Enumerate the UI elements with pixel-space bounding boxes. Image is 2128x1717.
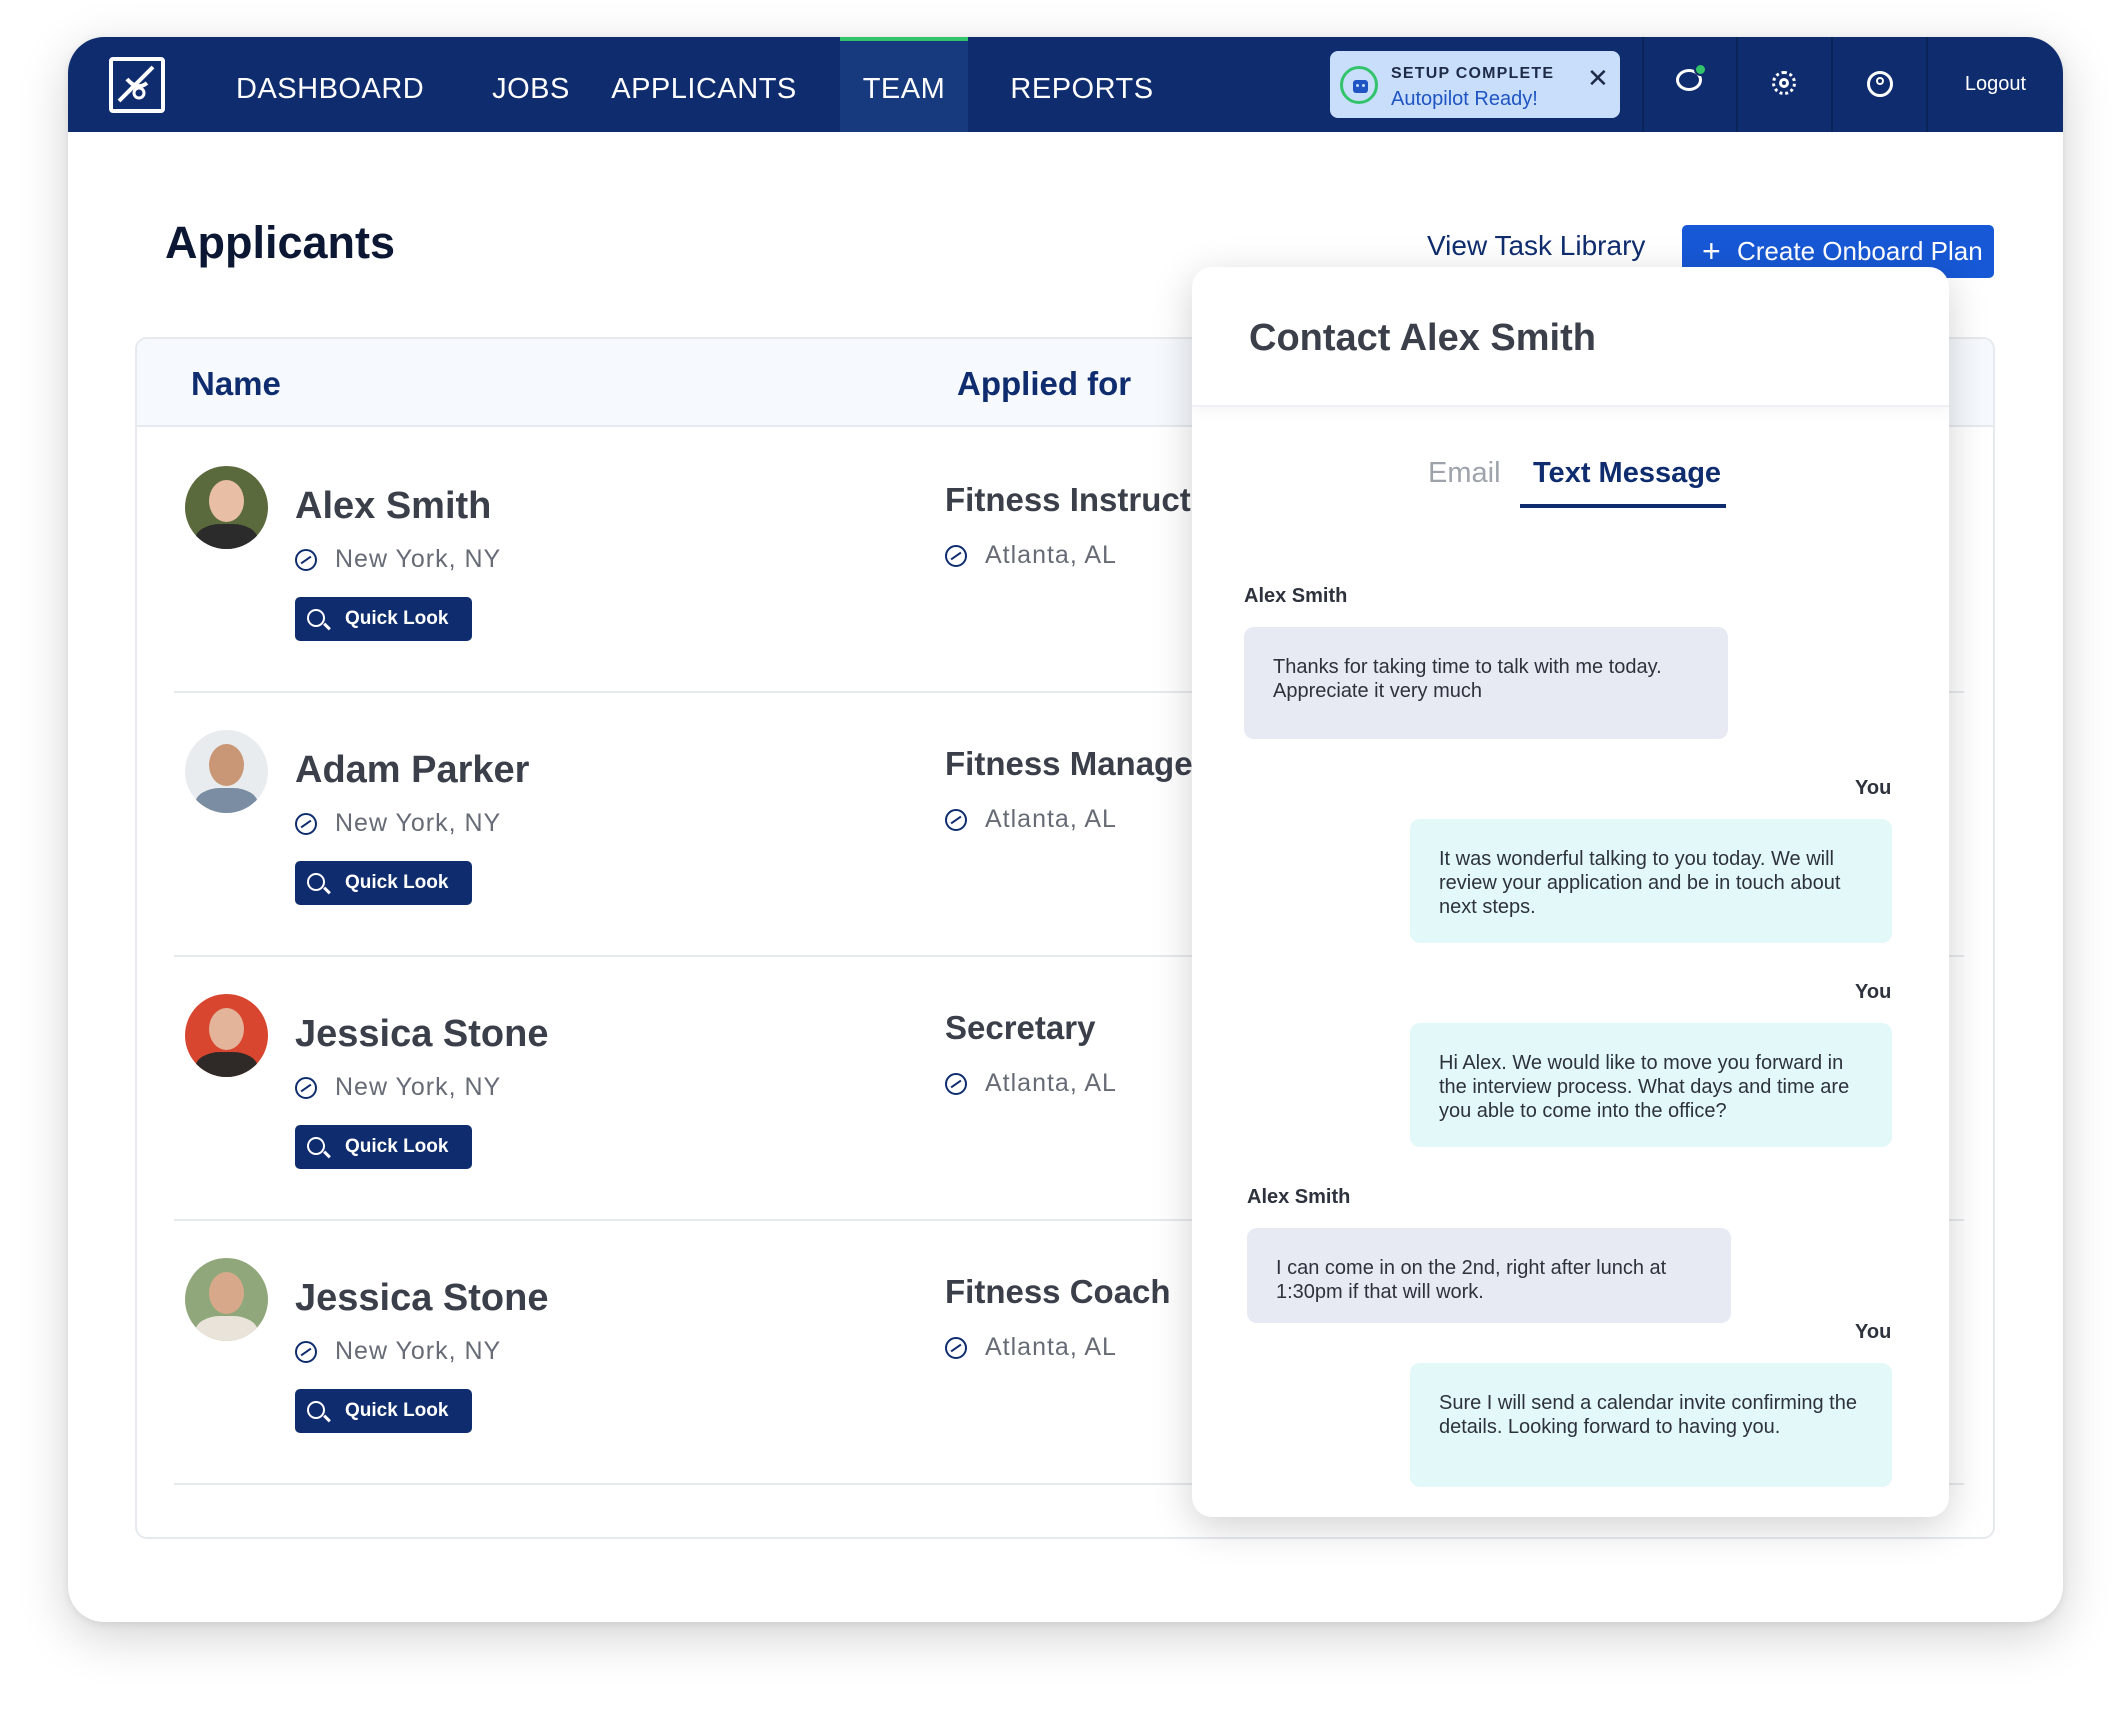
message-bubble-incoming: I can come in on the 2nd, right after lu… [1247, 1228, 1731, 1323]
location-icon [295, 813, 317, 835]
job-location: Atlanta, AL [985, 1333, 1117, 1361]
nav-applicants[interactable]: APPLICANTS [611, 37, 797, 132]
message-bubble-outgoing: Hi Alex. We would like to move you forwa… [1410, 1023, 1892, 1147]
zoom-in-icon [307, 609, 325, 627]
top-nav: DASHBOARD JOBS APPLICANTS TEAM REPORTS S… [68, 37, 2063, 132]
avatar [185, 730, 268, 813]
applicant-name[interactable]: Alex Smith [295, 485, 491, 528]
location-icon [945, 545, 967, 567]
column-header-name[interactable]: Name [191, 365, 281, 403]
zoom-in-icon [307, 1401, 325, 1419]
job-title: Secretary [945, 1009, 1096, 1046]
applicant-location: New York, NY [335, 545, 502, 573]
nav-jobs[interactable]: JOBS [481, 37, 581, 132]
message-sender: You [1855, 981, 1892, 1003]
applicant-name[interactable]: Jessica Stone [295, 1013, 548, 1056]
job-title: Fitness Coach [945, 1273, 1171, 1310]
messages-button[interactable] [1642, 37, 1736, 132]
message-bubble-incoming: Thanks for taking time to talk with me t… [1244, 627, 1728, 739]
avatar [185, 466, 268, 549]
applicant-location: New York, NY [335, 1073, 502, 1101]
quick-look-label: Quick Look [345, 608, 449, 629]
quick-look-label: Quick Look [345, 872, 449, 893]
setup-subtitle: Autopilot Ready! [1391, 88, 1538, 110]
message-sender: Alex Smith [1247, 1186, 1351, 1208]
message-sender: You [1855, 1321, 1892, 1343]
location-icon [945, 1073, 967, 1095]
setup-complete-banner: SETUP COMPLETE Autopilot Ready! ✕ [1330, 51, 1620, 118]
contact-panel-title: Contact Alex Smith [1249, 317, 1596, 359]
logout-button[interactable]: Logout [1926, 37, 2063, 132]
message-bubble-outgoing: Sure I will send a calendar invite confi… [1410, 1363, 1892, 1487]
contact-panel-header: Contact Alex Smith [1192, 267, 1949, 407]
location-icon [295, 1341, 317, 1363]
quick-look-button[interactable]: Quick Look [295, 1125, 472, 1169]
close-icon[interactable]: ✕ [1587, 65, 1609, 91]
gear-hub [1779, 78, 1789, 88]
setup-title: SETUP COMPLETE [1391, 65, 1555, 82]
page-title: Applicants [165, 217, 396, 268]
robot-icon [1340, 66, 1378, 104]
contact-panel: Contact Alex Smith Email Text Message Al… [1192, 267, 1949, 1517]
profile-button[interactable] [1831, 37, 1925, 132]
quick-look-label: Quick Look [345, 1136, 449, 1157]
tab-text-message[interactable]: Text Message [1533, 457, 1721, 490]
active-tab-indicator [1520, 504, 1726, 508]
location-icon [945, 809, 967, 831]
job-title: Fitness Instructor [945, 481, 1224, 518]
settings-button[interactable] [1736, 37, 1830, 132]
notification-dot [1694, 63, 1707, 76]
job-location: Atlanta, AL [985, 805, 1117, 833]
quick-look-button[interactable]: Quick Look [295, 861, 472, 905]
applicant-location: New York, NY [335, 809, 502, 837]
nav-reports[interactable]: REPORTS [992, 37, 1172, 132]
location-icon [295, 549, 317, 571]
column-header-applied-for[interactable]: Applied for [957, 365, 1131, 403]
message-sender: Alex Smith [1244, 585, 1348, 607]
zoom-in-icon [307, 873, 325, 891]
job-location: Atlanta, AL [985, 541, 1117, 569]
avatar [185, 994, 268, 1077]
applicant-location: New York, NY [335, 1337, 502, 1365]
view-task-library-link[interactable]: View Task Library [1427, 230, 1645, 262]
message-bubble-outgoing: It was wonderful talking to you today. W… [1410, 819, 1892, 943]
applicant-name[interactable]: Jessica Stone [295, 1277, 548, 1320]
job-title: Fitness Manager [945, 745, 1206, 782]
quick-look-button[interactable]: Quick Look [295, 1389, 472, 1433]
quick-look-label: Quick Look [345, 1400, 449, 1421]
tab-email[interactable]: Email [1428, 457, 1501, 490]
user-head [1876, 77, 1884, 85]
app-window: DASHBOARD JOBS APPLICANTS TEAM REPORTS S… [68, 37, 2063, 1622]
nav-team[interactable]: TEAM [840, 37, 968, 132]
applicant-name[interactable]: Adam Parker [295, 749, 529, 792]
quick-look-button[interactable]: Quick Look [295, 597, 472, 641]
avatar [185, 1258, 268, 1341]
location-icon [945, 1337, 967, 1359]
logo-icon[interactable] [109, 57, 165, 113]
job-location: Atlanta, AL [985, 1069, 1117, 1097]
zoom-in-icon [307, 1137, 325, 1155]
location-icon [295, 1077, 317, 1099]
message-sender: You [1855, 777, 1892, 799]
nav-dashboard[interactable]: DASHBOARD [236, 37, 424, 132]
